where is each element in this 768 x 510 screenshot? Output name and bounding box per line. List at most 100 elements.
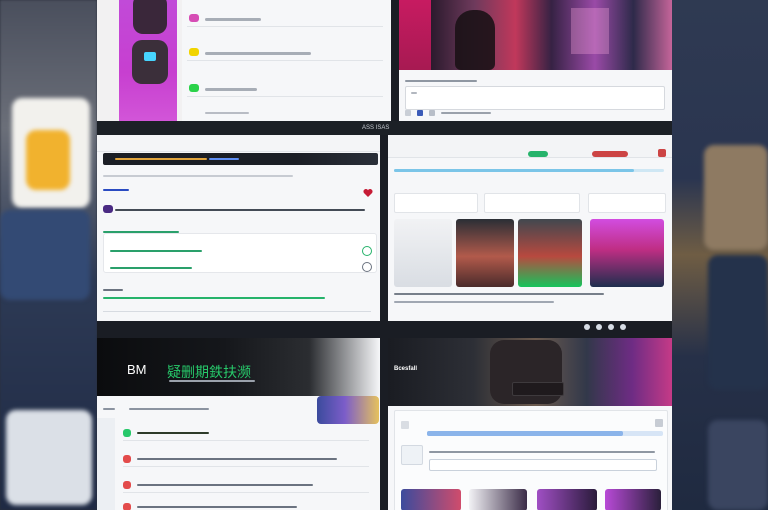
badge-icon bbox=[189, 48, 199, 56]
list-item[interactable] bbox=[123, 426, 369, 441]
left-rail bbox=[97, 418, 115, 510]
content-line bbox=[103, 289, 123, 291]
thumbnail[interactable] bbox=[590, 219, 664, 287]
hero-neon bbox=[571, 8, 609, 54]
callout-line bbox=[110, 267, 192, 269]
content-line bbox=[103, 297, 325, 299]
address-text bbox=[115, 158, 207, 160]
list-item[interactable] bbox=[123, 478, 369, 493]
toolbar-text bbox=[441, 112, 491, 114]
sticker-robot bbox=[132, 40, 168, 84]
close-icon[interactable] bbox=[655, 419, 663, 427]
bottom-right-panel: Bcesfall bbox=[388, 338, 672, 510]
list-item[interactable] bbox=[187, 12, 383, 27]
filter-row bbox=[394, 193, 666, 213]
tab-label[interactable] bbox=[103, 408, 115, 410]
thumbnail[interactable] bbox=[518, 219, 582, 287]
progress-row bbox=[394, 165, 664, 175]
badge-icon bbox=[189, 84, 199, 92]
share-icon[interactable] bbox=[620, 324, 626, 330]
search-placeholder bbox=[411, 92, 417, 94]
list-item-text bbox=[137, 458, 337, 460]
toolbar-icon[interactable] bbox=[405, 110, 411, 116]
heart-icon[interactable] bbox=[363, 185, 373, 197]
media-thumbnail[interactable] bbox=[401, 489, 461, 510]
list-item[interactable] bbox=[123, 500, 369, 510]
status-icon bbox=[123, 481, 131, 489]
list-item-text bbox=[205, 88, 257, 91]
list-item-text bbox=[205, 18, 261, 21]
content-list bbox=[123, 426, 369, 510]
list-item-text bbox=[137, 432, 209, 434]
hero-badge bbox=[317, 396, 379, 424]
status-icon bbox=[123, 455, 131, 463]
footer-divider bbox=[103, 311, 371, 312]
tab-row bbox=[103, 404, 313, 414]
refresh-icon[interactable] bbox=[362, 262, 372, 272]
footer-icons bbox=[584, 324, 670, 334]
hero-caption bbox=[405, 80, 477, 82]
thumbnail[interactable] bbox=[456, 219, 514, 287]
close-icon[interactable] bbox=[658, 149, 666, 157]
left-gradient bbox=[399, 0, 431, 70]
thumbnail-caption bbox=[394, 301, 554, 303]
meta-line bbox=[103, 189, 129, 191]
filter-chip[interactable] bbox=[484, 193, 580, 213]
thumbnail[interactable] bbox=[394, 219, 452, 287]
hero-subline bbox=[169, 380, 255, 382]
callout-line bbox=[110, 250, 202, 252]
background-blob bbox=[6, 410, 92, 505]
sticker-figure bbox=[133, 0, 167, 34]
thumbnail-small[interactable] bbox=[401, 445, 423, 465]
background-blob bbox=[0, 210, 90, 300]
input-field[interactable] bbox=[429, 459, 657, 471]
toolbar bbox=[405, 110, 505, 120]
media-thumbnail[interactable] bbox=[605, 489, 661, 510]
footer-text bbox=[205, 112, 249, 114]
sticker-robot-screen bbox=[144, 52, 156, 61]
filter-chip[interactable] bbox=[394, 193, 478, 213]
background-blob bbox=[708, 420, 768, 510]
thumbnail-grid bbox=[394, 219, 664, 305]
meta-line bbox=[103, 175, 293, 177]
refresh-icon[interactable] bbox=[362, 246, 372, 256]
background-blob bbox=[708, 255, 768, 390]
hero-character bbox=[455, 10, 495, 70]
badge-icon bbox=[103, 205, 113, 213]
list-item[interactable] bbox=[187, 82, 383, 97]
hero-label: Bcesfall bbox=[394, 366, 418, 372]
progress-fill bbox=[427, 431, 623, 436]
detail-card bbox=[394, 410, 668, 510]
list-item-text bbox=[137, 484, 313, 486]
tab-label[interactable] bbox=[129, 408, 209, 410]
hero-tag bbox=[512, 382, 564, 396]
badge-icon bbox=[189, 14, 199, 22]
list bbox=[187, 10, 385, 120]
filter-chip[interactable] bbox=[588, 193, 666, 213]
toolbar-icon[interactable] bbox=[417, 110, 423, 116]
list-item[interactable] bbox=[123, 452, 369, 467]
list-item[interactable] bbox=[187, 46, 383, 61]
bottom-left-panel: BM 疑删期鉄扶濒 bbox=[97, 338, 380, 510]
status-pill bbox=[592, 151, 628, 157]
top-right-panel bbox=[399, 0, 672, 121]
content-block bbox=[103, 205, 377, 305]
background-blob bbox=[26, 130, 70, 190]
search-field[interactable] bbox=[405, 86, 665, 110]
settings-icon[interactable] bbox=[596, 324, 602, 330]
power-icon[interactable] bbox=[584, 324, 590, 330]
background-blob bbox=[704, 145, 768, 250]
content-line bbox=[115, 209, 365, 211]
toolbar-icon[interactable] bbox=[429, 110, 435, 116]
media-row bbox=[401, 489, 661, 510]
checkbox-icon[interactable] bbox=[401, 421, 409, 429]
browser-bar bbox=[97, 135, 380, 152]
callout-box[interactable] bbox=[103, 233, 377, 273]
media-thumbnail[interactable] bbox=[537, 489, 597, 510]
status-pill bbox=[528, 151, 548, 157]
progress-fill bbox=[394, 169, 634, 172]
address-text bbox=[209, 158, 239, 160]
info-icon[interactable] bbox=[608, 324, 614, 330]
media-thumbnail[interactable] bbox=[469, 489, 527, 510]
hero-title: BM bbox=[127, 362, 147, 377]
